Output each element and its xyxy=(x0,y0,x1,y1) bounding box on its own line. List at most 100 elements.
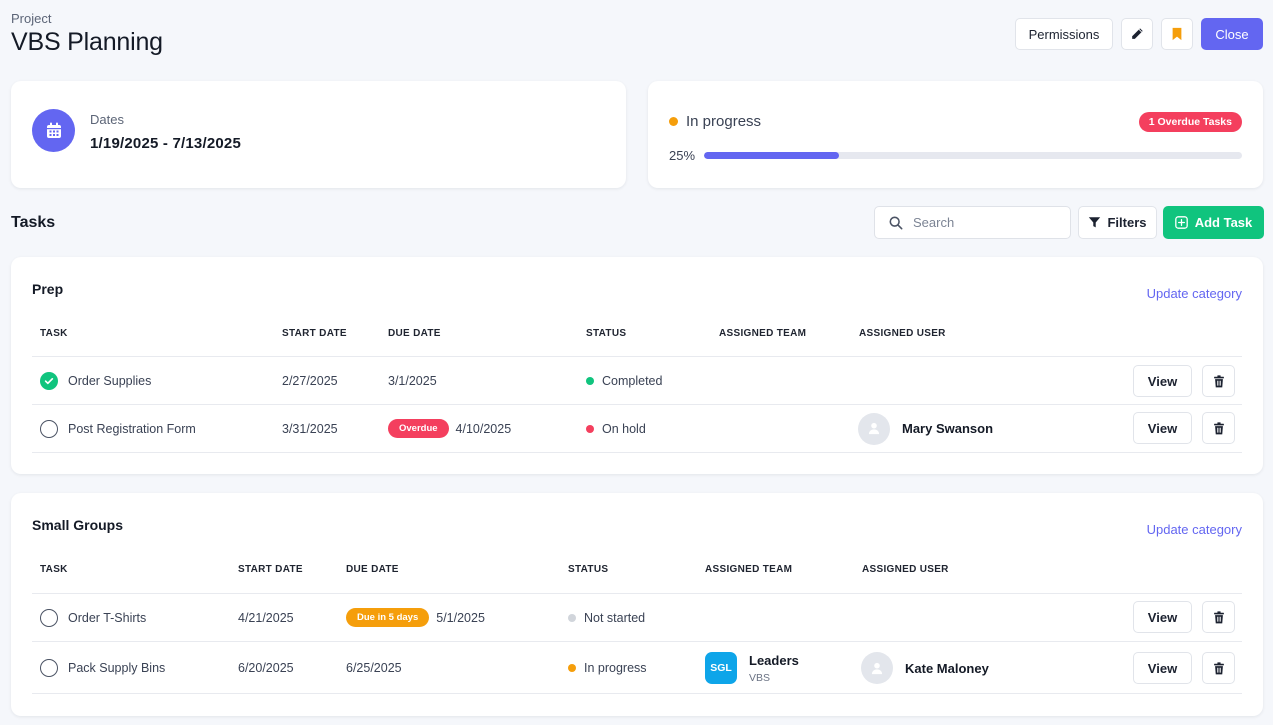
check-icon xyxy=(44,377,54,384)
task-name[interactable]: Order Supplies xyxy=(68,374,151,388)
trash-icon xyxy=(1213,374,1224,387)
assigned-user-cell: Mary Swanson xyxy=(858,405,993,452)
dates-label: Dates xyxy=(90,112,124,127)
start-date: 4/21/2025 xyxy=(238,610,294,625)
status-dot xyxy=(568,664,576,672)
avatar xyxy=(861,652,893,684)
user-icon xyxy=(871,662,883,674)
add-task-label: Add Task xyxy=(1194,215,1253,230)
plus-square-icon xyxy=(1174,216,1188,229)
delete-button[interactable] xyxy=(1202,412,1235,444)
team-info: Leaders VBS xyxy=(749,653,799,684)
trash-icon xyxy=(1213,421,1224,434)
edit-button[interactable] xyxy=(1121,18,1153,50)
task-cell: Order Supplies xyxy=(40,357,151,404)
start-date: 6/20/2025 xyxy=(238,661,294,675)
task-name[interactable]: Order T-Shirts xyxy=(68,611,146,625)
add-task-button[interactable]: Add Task xyxy=(1163,206,1264,239)
col-header-team: ASSIGNED TEAM xyxy=(719,328,807,339)
update-category-link[interactable]: Update category xyxy=(1147,286,1242,301)
status-label: On hold xyxy=(602,421,646,436)
calendar-icon xyxy=(46,122,61,138)
col-header-start: START DATE xyxy=(238,564,303,575)
status-label: Not started xyxy=(584,610,646,625)
project-status: In progress xyxy=(686,113,762,130)
col-header-task: TASK xyxy=(40,328,68,339)
filters-label: Filters xyxy=(1107,215,1147,230)
filters-button[interactable]: Filters xyxy=(1078,206,1157,239)
table-row: Pack Supply Bins 6/20/2025 6/25/2025 In … xyxy=(32,642,1242,694)
due-date: 4/10/2025 xyxy=(455,421,512,436)
task-complete-checkbox[interactable] xyxy=(40,608,58,627)
status-cell: In progress xyxy=(568,642,647,694)
status-label: In progress xyxy=(584,661,647,675)
search-input[interactable] xyxy=(913,215,1053,230)
search-box[interactable] xyxy=(874,206,1071,239)
page-kicker: Project xyxy=(11,11,52,26)
due-soon-badge: Due in 5 days xyxy=(346,608,430,627)
category-card-prep: Prep Update category TASK START DATE DUE… xyxy=(11,257,1263,474)
delete-button[interactable] xyxy=(1202,601,1235,633)
task-name[interactable]: Pack Supply Bins xyxy=(68,661,165,675)
dates-value: 1/19/2025 - 7/13/2025 xyxy=(90,135,241,152)
progress-percent: 25% xyxy=(669,148,696,163)
overdue-badge[interactable]: 1 Overdue Tasks xyxy=(1138,112,1242,132)
user-icon xyxy=(868,422,880,435)
col-header-team: ASSIGNED TEAM xyxy=(705,564,793,575)
team-name: Leaders xyxy=(749,652,799,668)
bookmark-button[interactable] xyxy=(1161,18,1193,50)
col-header-due: DUE DATE xyxy=(388,328,441,339)
category-name: Prep xyxy=(32,281,64,297)
permissions-button[interactable]: Permissions xyxy=(1015,18,1113,50)
bookmark-icon xyxy=(1172,27,1182,41)
task-complete-checkbox[interactable] xyxy=(40,659,58,677)
view-button[interactable]: View xyxy=(1133,601,1192,633)
col-header-user: ASSIGNED USER xyxy=(862,564,949,575)
task-cell: Pack Supply Bins xyxy=(40,642,165,694)
col-header-due: DUE DATE xyxy=(346,564,399,575)
task-name[interactable]: Post Registration Form xyxy=(68,422,196,436)
start-date: 2/27/2025 xyxy=(282,373,338,388)
due-date: 6/25/2025 xyxy=(346,661,402,675)
status-dot xyxy=(669,117,678,126)
close-button[interactable]: Close xyxy=(1201,18,1263,50)
task-cell: Order T-Shirts xyxy=(40,594,146,641)
status-label: Completed xyxy=(602,373,663,388)
category-name: Small Groups xyxy=(32,517,124,533)
category-card-small-groups: Small Groups Update category TASK START … xyxy=(11,493,1263,716)
overdue-badge: Overdue xyxy=(388,419,449,438)
task-cell: Post Registration Form xyxy=(40,405,196,452)
row-divider xyxy=(32,693,1242,694)
filter-icon xyxy=(1089,217,1101,228)
update-category-link[interactable]: Update category xyxy=(1147,522,1242,537)
status-cell: Completed xyxy=(586,357,662,404)
progress-bar-fill xyxy=(704,152,839,159)
team-badge: SGL xyxy=(705,652,737,684)
trash-icon xyxy=(1213,610,1224,623)
avatar xyxy=(858,412,890,445)
view-button[interactable]: View xyxy=(1133,652,1192,684)
table-row: Order T-Shirts 4/21/2025 Due in 5 days 5… xyxy=(32,594,1242,641)
assigned-team-cell: SGL Leaders VBS xyxy=(705,642,799,694)
progress-card: In progress 1 Overdue Tasks 25% xyxy=(648,81,1263,188)
calendar-icon-badge xyxy=(32,109,75,152)
view-button[interactable]: View xyxy=(1133,412,1192,444)
view-button[interactable]: View xyxy=(1133,365,1192,397)
delete-button[interactable] xyxy=(1202,652,1235,684)
trash-icon xyxy=(1213,661,1224,674)
tasks-heading: Tasks xyxy=(11,214,56,231)
due-date-cell: Overdue 4/10/2025 xyxy=(388,405,511,452)
status-cell: On hold xyxy=(586,405,646,452)
status-dot xyxy=(586,424,594,433)
due-date: 3/1/2025 xyxy=(388,373,437,388)
dates-card: Dates 1/19/2025 - 7/13/2025 xyxy=(11,81,626,188)
search-icon xyxy=(889,216,903,229)
delete-button[interactable] xyxy=(1202,365,1235,397)
col-header-start: START DATE xyxy=(282,328,347,339)
assigned-user-cell: Kate Maloney xyxy=(861,642,989,694)
progress-bar xyxy=(704,152,1242,159)
col-header-status: STATUS xyxy=(568,564,609,575)
table-row: Order Supplies 2/27/2025 3/1/2025 Comple… xyxy=(32,357,1242,404)
task-complete-checkbox[interactable] xyxy=(40,371,58,390)
task-complete-checkbox[interactable] xyxy=(40,419,58,438)
